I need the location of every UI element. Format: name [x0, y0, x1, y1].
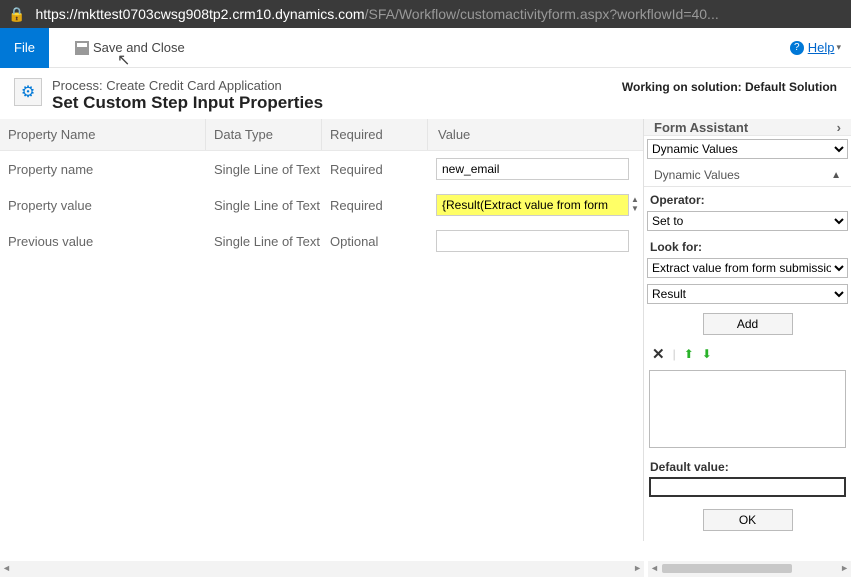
table-row: Property name Single Line of Text Requir…: [0, 151, 643, 187]
file-menu[interactable]: File: [0, 28, 49, 68]
default-value-label: Default value:: [644, 454, 851, 475]
property-name-input[interactable]: [436, 158, 629, 180]
delete-icon[interactable]: ✕: [652, 345, 665, 363]
default-value-input[interactable]: [649, 477, 846, 497]
move-up-icon[interactable]: ⬆: [684, 347, 694, 361]
cell-required: Required: [322, 162, 428, 177]
table-row: Property value Single Line of Text Requi…: [0, 187, 643, 223]
lookfor-label: Look for:: [644, 234, 851, 255]
operator-label: Operator:: [644, 187, 851, 208]
move-down-icon[interactable]: ⬇: [702, 347, 712, 361]
cell-property-name: Property name: [0, 162, 206, 177]
horizontal-scrollbars: [0, 561, 851, 577]
value-list-textarea[interactable]: [649, 370, 846, 448]
address-bar: 🔒 https://mkttest0703cwsg908tp2.crm10.dy…: [0, 0, 851, 28]
add-button[interactable]: Add: [703, 313, 793, 335]
page-header: ⚙ Process: Create Credit Card Applicatio…: [0, 68, 851, 119]
property-value-input[interactable]: [436, 194, 629, 216]
lookfor-entity-select[interactable]: Extract value from form submission: [647, 258, 848, 278]
cell-data-type: Single Line of Text: [206, 198, 322, 213]
cell-data-type: Single Line of Text: [206, 162, 322, 177]
dynamic-values-select[interactable]: Dynamic Values: [647, 139, 848, 159]
cell-property-name: Previous value: [0, 234, 206, 249]
save-and-close-button[interactable]: Save and Close ↖: [69, 36, 191, 59]
operator-select[interactable]: Set to: [647, 211, 848, 231]
process-icon: ⚙: [14, 78, 42, 106]
cell-data-type: Single Line of Text: [206, 234, 322, 249]
table-row: Previous value Single Line of Text Optio…: [0, 223, 643, 259]
process-breadcrumb: Process: Create Credit Card Application: [52, 78, 323, 93]
chevron-right-icon: ›: [837, 120, 841, 135]
grid-header-row: Property Name Data Type Required Value: [0, 119, 643, 151]
lookfor-attribute-select[interactable]: Result: [647, 284, 848, 304]
spinner-icon[interactable]: ▲▼: [629, 195, 641, 213]
value-list-toolbar: ✕ | ⬆ ⬇: [644, 341, 851, 367]
col-header-required[interactable]: Required: [322, 119, 428, 150]
form-assistant-header[interactable]: Form Assistant ›: [644, 119, 851, 136]
properties-grid: Property Name Data Type Required Value P…: [0, 119, 644, 541]
solution-label: Working on solution: Default Solution: [622, 80, 837, 94]
save-icon: [75, 41, 89, 55]
help-icon: ?: [790, 41, 804, 55]
chevron-up-icon: ▲: [831, 170, 841, 181]
col-header-value[interactable]: Value: [428, 119, 643, 150]
right-pane-scrollbar[interactable]: [648, 561, 851, 577]
lock-icon: 🔒: [8, 6, 25, 23]
help-label: Help: [808, 40, 835, 55]
cell-required: Required: [322, 198, 428, 213]
caret-down-icon: ▾: [836, 42, 841, 53]
cell-required: Optional: [322, 234, 428, 249]
ribbon-bar: File Save and Close ↖ ? Help ▾: [0, 28, 851, 68]
cell-property-name: Property value: [0, 198, 206, 213]
previous-value-input[interactable]: [436, 230, 629, 252]
help-menu[interactable]: ? Help ▾: [790, 40, 841, 55]
url-text: https://mkttest0703cwsg908tp2.crm10.dyna…: [35, 6, 718, 22]
ok-button[interactable]: OK: [703, 509, 793, 531]
col-header-type[interactable]: Data Type: [206, 119, 322, 150]
dynamic-values-section-header[interactable]: Dynamic Values ▲: [644, 162, 851, 186]
form-assistant-title: Form Assistant: [654, 120, 748, 135]
form-assistant-panel: Form Assistant › Dynamic Values Dynamic …: [644, 119, 851, 541]
save-and-close-label: Save and Close: [93, 40, 185, 55]
page-title: Set Custom Step Input Properties: [52, 93, 323, 113]
col-header-name[interactable]: Property Name: [0, 119, 206, 150]
left-pane-scrollbar[interactable]: [0, 561, 644, 577]
